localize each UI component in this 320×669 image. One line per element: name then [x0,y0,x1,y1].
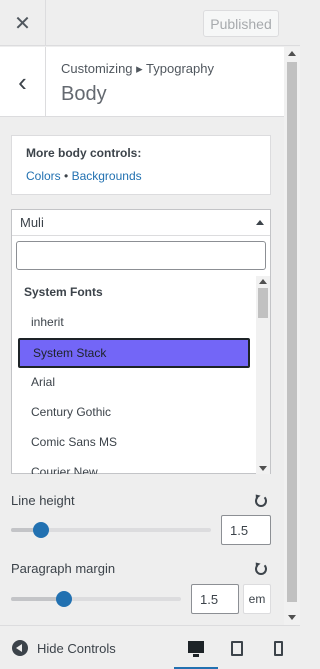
scroll-thumb[interactable] [258,288,268,318]
scroll-up-icon[interactable] [288,51,296,56]
desktop-icon [188,640,204,657]
scroll-up-icon[interactable] [259,279,267,284]
customizer-footer: Hide Controls [0,625,300,669]
reset-icon[interactable] [255,563,267,575]
scroll-down-icon[interactable] [288,615,296,620]
reset-icon[interactable] [255,495,267,507]
hide-controls-button[interactable]: Hide Controls [12,638,116,658]
slider-handle[interactable] [56,591,72,607]
more-controls-title: More body controls: [26,146,142,160]
colors-link[interactable]: Colors [26,169,61,183]
paragraph-margin-input[interactable] [191,584,239,614]
paragraph-margin-slider[interactable] [11,591,181,607]
back-icon[interactable]: ‹ [0,47,46,117]
font-options-list: System Fonts inherit System Stack Arial … [12,276,256,474]
slider-handle[interactable] [33,522,49,538]
more-controls-box: More body controls: Colors • Backgrounds [11,135,271,195]
select-current-value[interactable]: Muli [12,210,270,236]
font-option[interactable]: Courier New [12,458,256,474]
font-option[interactable]: inherit [12,308,256,338]
chevron-up-icon[interactable] [256,220,264,225]
page-title: Body [61,83,107,105]
publish-button[interactable]: Published [203,10,279,37]
scroll-down-icon[interactable] [259,466,267,471]
section-header: ‹ Customizing ▸ Typography Body [0,47,284,117]
options-scrollbar[interactable] [256,276,270,474]
font-family-select[interactable]: Muli System Fonts inherit System Stack A… [11,209,271,474]
option-group-label: System Fonts [24,285,103,299]
mobile-icon [273,640,283,656]
scroll-thumb[interactable] [287,62,297,602]
breadcrumb: Customizing ▸ Typography [61,61,214,76]
mobile-preview-button[interactable] [256,626,300,669]
link-separator: • [64,169,69,183]
close-icon[interactable]: ✕ [0,0,46,46]
font-option[interactable]: Century Gothic [12,398,256,428]
hide-controls-label: Hide Controls [37,640,116,656]
tablet-icon [231,640,243,656]
customizer-header: ✕ Published [0,0,300,46]
collapse-icon [12,640,28,656]
line-height-input[interactable] [221,515,271,545]
line-height-label: Line height [11,493,75,508]
font-option-selected[interactable]: System Stack [18,338,250,368]
customizer-panel: ‹ Customizing ▸ Typography Body More bod… [0,47,284,625]
tablet-preview-button[interactable] [215,626,259,669]
font-option[interactable]: Comic Sans MS [12,428,256,458]
panel-scrollbar[interactable] [284,47,300,625]
font-search-input[interactable] [16,241,266,270]
more-controls-links: Colors • Backgrounds [26,169,256,183]
backgrounds-link[interactable]: Backgrounds [72,169,142,183]
font-option[interactable]: Arial [12,368,256,398]
paragraph-margin-label: Paragraph margin [11,561,116,576]
desktop-preview-button[interactable] [174,626,218,669]
line-height-slider[interactable] [11,522,211,538]
unit-selector[interactable]: em [243,584,271,614]
